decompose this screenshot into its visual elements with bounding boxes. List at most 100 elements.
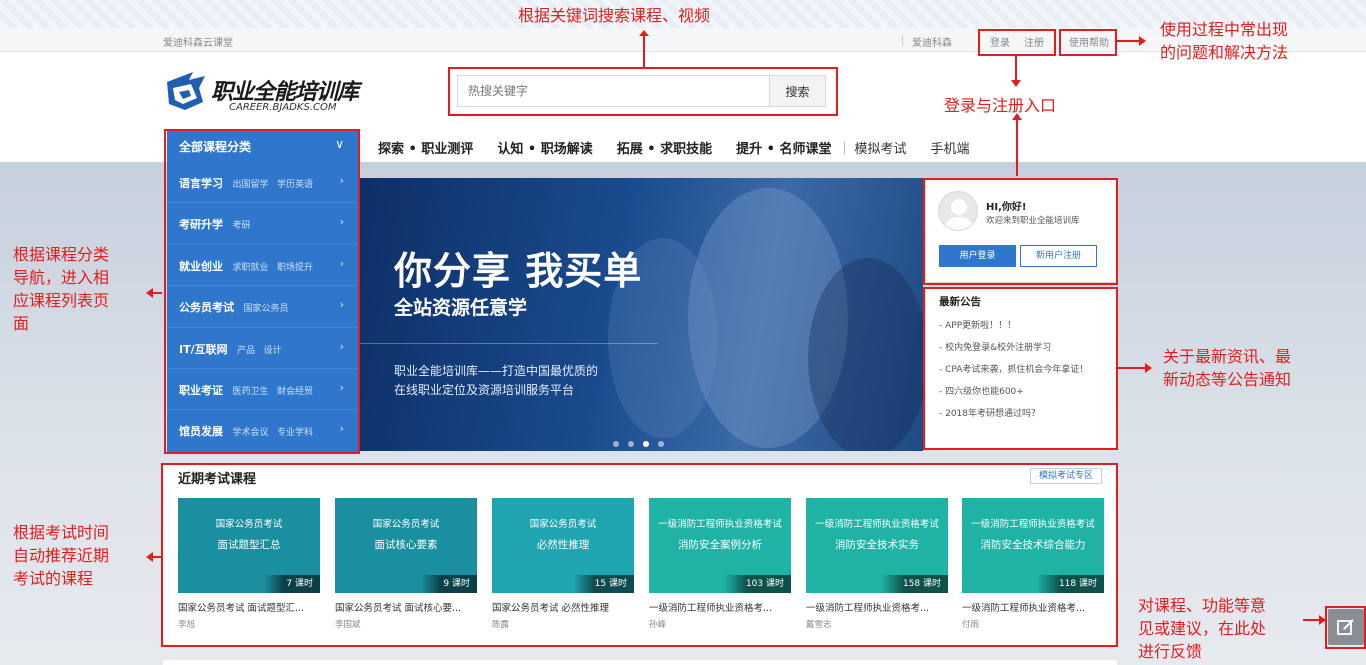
course-title[interactable]: 国家公务员考试 必然性推理 [492,600,634,614]
next-section-edge [163,660,1117,665]
course-card[interactable]: 一级消防工程师执业资格考试 消防安全案例分析 103 课时 [649,498,791,593]
course-hours: 118 课时 [1036,575,1104,593]
annotation-exams: 根据考试时间 自动推荐近期 考试的课程 [13,521,109,590]
notice-item[interactable]: - 校内免登录&校外注册学习 [939,337,1088,359]
subcategory-link[interactable]: 医药卫生 [233,387,269,397]
slide-dot-active[interactable] [643,441,649,447]
category-certificate[interactable]: 职业考证 医药卫生 财会经贸 › [167,369,358,411]
banner-desc-line: 在线职业定位及资源培训服务平台 [394,383,575,397]
notice-title: 最新公告 [939,296,981,308]
slide-dot[interactable] [613,441,619,447]
hero-banner[interactable]: 你分享 我买单 全站资源任意学 职业全能培训库——打造中国最优质的 在线职业定位… [358,178,923,451]
mock-exam-zone-link[interactable]: 模拟考试专区 [1030,468,1102,484]
subcategory-link[interactable]: 职场提升 [277,263,313,273]
site-link[interactable]: 爱迪科森 [912,34,952,49]
nav-mock-exam[interactable]: 模拟考试 [855,142,907,157]
annotation-feedback: 对课程、功能等意 见或建议，在此处 进行反馈 [1138,594,1266,663]
subcategory-link[interactable]: 国家公务员 [244,304,289,314]
course-teacher: 戴雪志 [806,620,832,630]
register-link[interactable]: 注册 [1024,34,1044,49]
annotation-line: 新动态等公告通知 [1163,370,1292,389]
search-input[interactable] [458,76,768,106]
annotation-line: 考试的课程 [13,569,94,588]
subcategory-link[interactable]: 财会经贸 [277,387,313,397]
main-nav: 探索 • 职业测评 认知 • 职场解读 拓展 • 求职技能 提升 • 名师课堂 模拟考试… [378,138,994,157]
category-employment[interactable]: 就业创业 求职就业 职场提升 › [167,245,358,287]
notice-item[interactable]: - APP更新啦！！！ [939,315,1088,337]
notice-list: - APP更新啦！！！ - 校内免登录&校外注册学习 - CPA考试来袭，抓住机… [939,315,1088,425]
annotation-categories: 根据课程分类 导航，进入相 应课程列表页 面 [13,243,109,335]
nav-divider [843,142,845,154]
notice-item[interactable]: - 2018年考研想通过吗？ [939,403,1088,425]
course-hours: 15 课时 [572,575,634,593]
logo-domain: CAREER.BJADKS.COM [229,102,337,113]
nav-mobile[interactable]: 手机端 [931,142,970,157]
greeting: HI,你好! [986,202,1027,213]
subcategory-link[interactable]: 专业学科 [277,428,313,438]
exam-section-title: 近期考试课程 [178,472,257,487]
course-hours: 9 课时 [421,575,477,593]
course-card[interactable]: 国家公务员考试 面试题型汇总 7 课时 [178,498,320,593]
annotation-line: 根据课程分类 [13,245,110,264]
subcategory-link[interactable]: 学历英语 [277,180,313,190]
annotation-arrow [643,35,645,67]
category-language[interactable]: 语言学习 出国留学 学历英语 › [167,162,358,204]
nav-explore[interactable]: 探索 • 职业测评 [378,142,473,157]
course-cover-line1: 一级消防工程师执业资格考试 [658,519,782,530]
help-link[interactable]: 使用帮助 [1069,34,1109,49]
category-label: 语言学习 [179,177,223,190]
chevron-right-icon: › [339,422,344,436]
category-it[interactable]: IT/互联网 产品 设计 › [167,328,358,369]
course-hours: 158 课时 [880,575,948,593]
course-cover-line2: 消防安全案例分析 [678,539,762,551]
course-card[interactable]: 国家公务员考试 面试核心要素 9 课时 [335,498,477,593]
course-title[interactable]: 一级消防工程师执业资格考... [649,600,791,614]
user-register-button[interactable]: 新用户注册 [1020,245,1097,267]
slide-dot[interactable] [658,441,664,447]
chevron-right-icon: › [339,215,344,229]
category-label: 考研升学 [179,218,223,232]
category-label: 职业考证 [179,383,223,397]
nav-expand[interactable]: 拓展 • 求职技能 [617,142,712,157]
annotation-line: 对课程、功能等意 [1138,596,1267,615]
course-title[interactable]: 国家公务员考试 面试核心要... [335,600,477,614]
slide-dot[interactable] [628,441,634,447]
subcategory-link[interactable]: 产品 [237,346,255,356]
course-card[interactable]: 一级消防工程师执业资格考试 消防安全技术综合能力 118 课时 [962,498,1104,593]
subcategory-link[interactable]: 考研 [233,221,251,231]
user-login-button[interactable]: 用户登录 [939,245,1016,267]
feedback-button[interactable] [1328,609,1364,645]
category-librarian[interactable]: 馆员发展 学术会议 专业学科 › [167,410,358,451]
course-card[interactable]: 一级消防工程师执业资格考试 消防安全技术实务 158 课时 [806,498,948,593]
chevron-right-icon: › [339,256,344,270]
subcategory-link[interactable]: 求职就业 [233,263,269,273]
nav-improve[interactable]: 提升 • 名师课堂 [736,142,831,157]
notice-item[interactable]: - 四六级你也能600+ [939,381,1088,403]
course-cover-line1: 国家公务员考试 [215,519,283,530]
course-title[interactable]: 一级消防工程师执业资格考... [962,600,1104,614]
login-link[interactable]: 登录 [990,34,1010,49]
notice-item[interactable]: - CPA考试来袭，抓住机会今年拿证！ [939,359,1088,381]
subcategory-link[interactable]: 设计 [264,346,282,356]
course-cover-line2: 面试题型汇总 [217,539,281,551]
annotation-line: 面 [13,314,30,333]
category-label: 馆员发展 [179,425,223,439]
nav-cognize[interactable]: 认知 • 职场解读 [497,142,592,157]
category-postgrad[interactable]: 考研升学 考研 › [167,203,358,245]
logo-icon [167,72,205,110]
course-hours: 7 课时 [264,575,320,593]
subcategory-link[interactable]: 出国留学 [233,180,269,190]
subcategory-link[interactable]: 学术会议 [233,428,269,438]
banner-decor [808,258,923,451]
slide-dots [613,432,673,451]
category-civil-service[interactable]: 公务员考试 国家公务员 › [167,286,358,328]
banner-desc-line: 职业全能培训库——打造中国最优质的 [394,364,599,378]
search-button[interactable]: 搜索 [769,76,825,106]
course-title[interactable]: 国家公务员考试 面试题型汇... [178,600,320,614]
logo[interactable]: 职业全能培训库 CAREER.BJADKS.COM [163,68,363,118]
annotation-arrow [1015,56,1017,82]
category-toggle[interactable]: 全部课程分类 ∨ [167,130,358,162]
course-card[interactable]: 国家公务员考试 必然性推理 15 课时 [492,498,634,593]
category-label: 就业创业 [179,259,223,273]
course-title[interactable]: 一级消防工程师执业资格考... [806,600,948,614]
